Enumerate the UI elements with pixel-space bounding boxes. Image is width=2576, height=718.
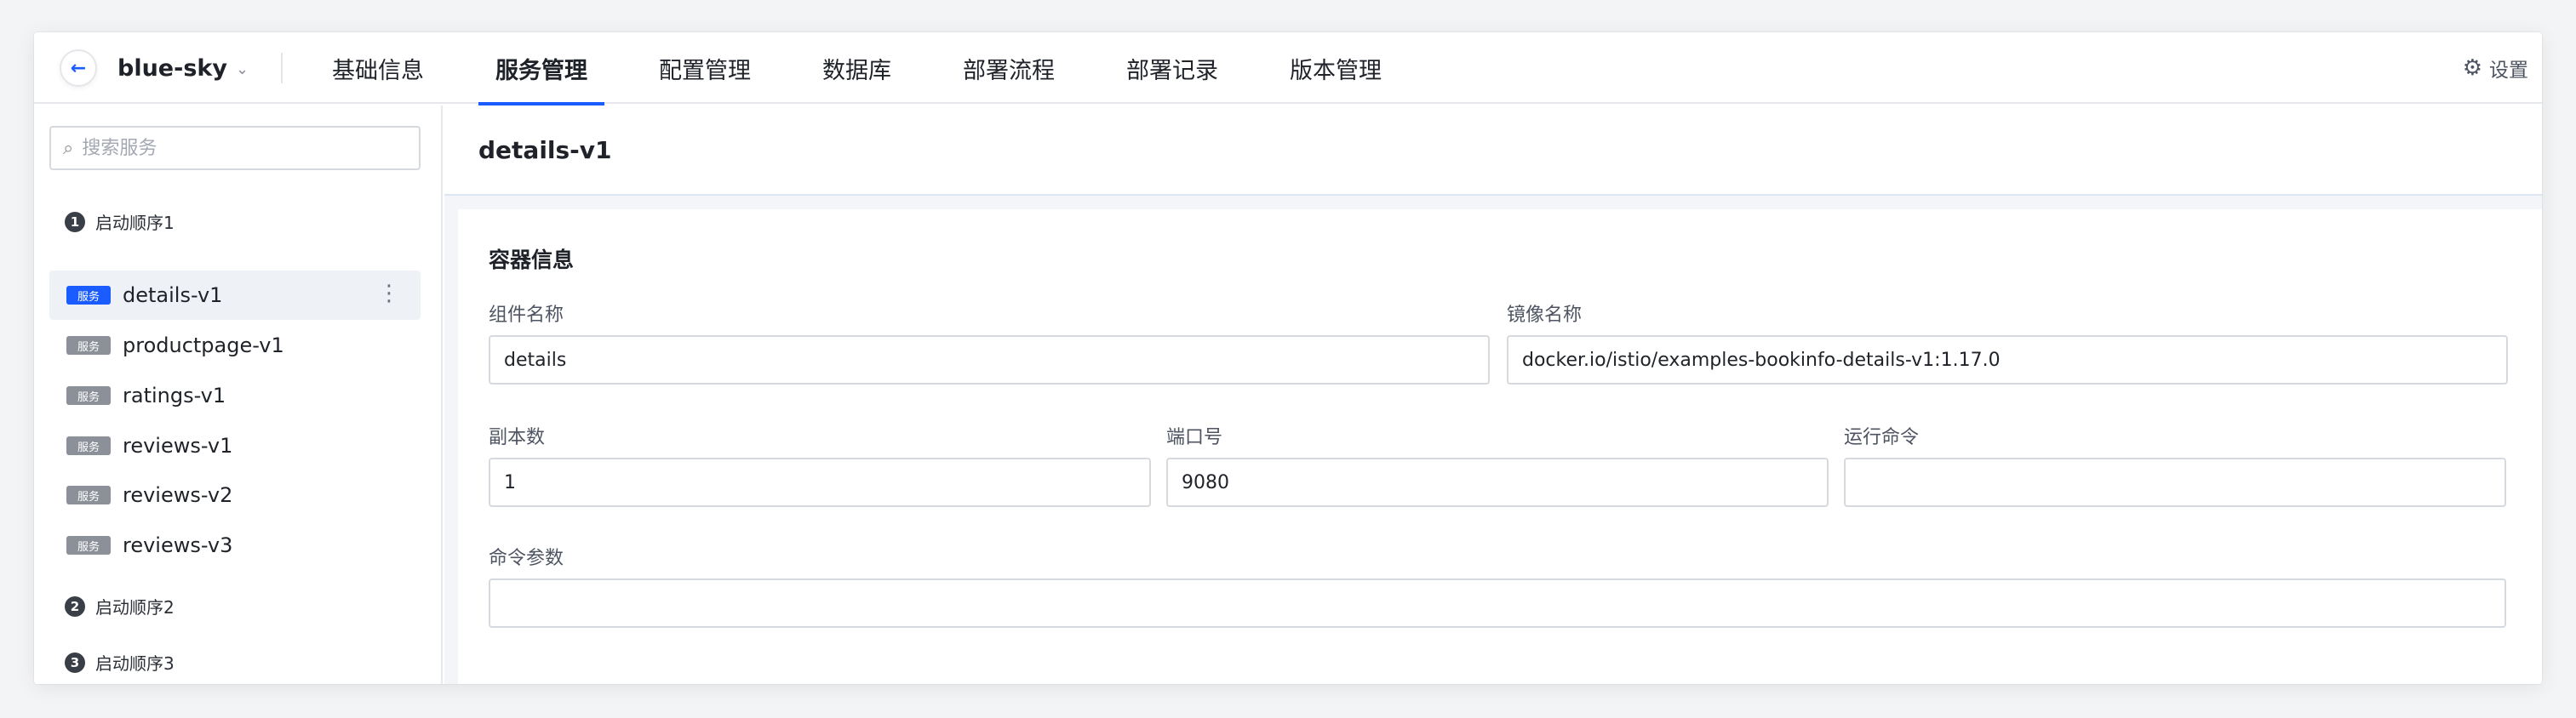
startup-group-3[interactable]: 3 启动顺序3 xyxy=(65,650,175,675)
service-badge: 服务 xyxy=(66,536,111,555)
group-number-badge: 2 xyxy=(65,595,85,617)
main-tabs: 基础信息 服务管理 配置管理 数据库 部署流程 部署记录 版本管理 xyxy=(315,32,1436,105)
top-nav: ← blue-sky ⌄ 基础信息 服务管理 配置管理 数据库 部署流程 部署记… xyxy=(34,32,2542,105)
group-number-badge: 1 xyxy=(65,211,85,232)
service-name: details-v1 xyxy=(123,283,223,307)
service-badge: 服务 xyxy=(66,286,111,305)
service-name: reviews-v1 xyxy=(123,434,233,458)
command-args-input[interactable] xyxy=(504,592,2504,614)
component-name-input[interactable] xyxy=(504,349,1488,371)
image-name-input[interactable] xyxy=(1522,349,2506,371)
tab-version-management[interactable]: 版本管理 xyxy=(1273,32,1399,104)
settings-button[interactable]: ⚙ 设置 xyxy=(2463,32,2528,104)
tab-config-management[interactable]: 配置管理 xyxy=(642,32,768,104)
replicas-field[interactable] xyxy=(489,458,1151,507)
container-info-card: 容器信息 组件名称 镜像名称 副本数 端口号 运行命令 命令参数 xyxy=(458,209,2542,684)
section-title: 容器信息 xyxy=(489,248,575,272)
service-item-reviews-v2[interactable]: 服务 reviews-v2 xyxy=(49,470,421,520)
replicas-input[interactable] xyxy=(504,471,1149,493)
service-item-reviews-v1[interactable]: 服务 reviews-v1 xyxy=(49,421,421,470)
service-badge: 服务 xyxy=(66,486,111,504)
tab-service-management[interactable]: 服务管理 xyxy=(478,32,604,105)
startup-group-1[interactable]: 1 启动顺序1 xyxy=(65,209,175,234)
arrow-left-icon: ← xyxy=(70,57,87,79)
service-item-productpage-v1[interactable]: 服务 productpage-v1 xyxy=(49,321,421,370)
run-command-label: 运行命令 xyxy=(1844,427,1920,448)
port-label: 端口号 xyxy=(1166,427,1223,448)
project-name: blue-sky xyxy=(117,54,227,82)
tab-deploy-pipeline[interactable]: 部署流程 xyxy=(946,32,1072,104)
group-number-badge: 3 xyxy=(65,652,85,673)
command-args-label: 命令参数 xyxy=(489,548,564,569)
group-label: 启动顺序2 xyxy=(95,597,175,618)
service-badge: 服务 xyxy=(66,436,111,455)
group-label: 启动顺序3 xyxy=(95,653,175,674)
main-content: details-v1 容器信息 组件名称 镜像名称 副本数 端口号 运行命令 xyxy=(444,105,2542,684)
service-name: reviews-v3 xyxy=(123,533,233,557)
service-item-ratings-v1[interactable]: 服务 ratings-v1 xyxy=(49,371,421,420)
nav-divider xyxy=(281,53,283,83)
tab-database[interactable]: 数据库 xyxy=(805,32,908,104)
run-command-input[interactable] xyxy=(1859,471,2504,493)
service-badge: 服务 xyxy=(66,386,111,405)
port-field[interactable] xyxy=(1166,458,1829,507)
settings-label: 设置 xyxy=(2489,60,2528,82)
service-name: productpage-v1 xyxy=(123,333,284,357)
service-badge: 服务 xyxy=(66,336,111,355)
back-button[interactable]: ← xyxy=(60,49,97,87)
port-input[interactable] xyxy=(1182,471,1827,493)
tab-basic-info[interactable]: 基础信息 xyxy=(315,32,441,104)
more-options-icon[interactable]: ⋮ xyxy=(378,282,400,305)
image-name-label: 镜像名称 xyxy=(1507,305,1583,326)
search-box[interactable]: ⌕ xyxy=(49,126,421,170)
run-command-field[interactable] xyxy=(1844,458,2506,507)
gear-icon: ⚙ xyxy=(2462,55,2482,81)
service-name: ratings-v1 xyxy=(123,384,226,407)
app-window: ← blue-sky ⌄ 基础信息 服务管理 配置管理 数据库 部署流程 部署记… xyxy=(34,32,2542,684)
replicas-label: 副本数 xyxy=(489,427,546,448)
service-item-details-v1[interactable]: 服务 details-v1 ⋮ xyxy=(49,271,421,320)
search-input[interactable] xyxy=(82,137,389,159)
chevron-down-icon: ⌄ xyxy=(235,60,249,78)
component-name-field[interactable] xyxy=(489,335,1490,385)
startup-group-2[interactable]: 2 启动顺序2 xyxy=(65,594,175,618)
command-args-field[interactable] xyxy=(489,578,2506,628)
service-sidebar: ⌕ 1 启动顺序1 服务 details-v1 ⋮ 服务 productpage… xyxy=(34,105,443,684)
project-selector[interactable]: blue-sky ⌄ xyxy=(117,32,249,104)
tab-deploy-records[interactable]: 部署记录 xyxy=(1109,32,1235,104)
component-name-label: 组件名称 xyxy=(489,305,564,326)
search-icon: ⌕ xyxy=(63,137,74,159)
page-title: details-v1 xyxy=(444,105,2542,196)
image-name-field[interactable] xyxy=(1507,335,2508,385)
group-label: 启动顺序1 xyxy=(95,213,175,233)
service-name: reviews-v2 xyxy=(123,483,233,507)
service-item-reviews-v3[interactable]: 服务 reviews-v3 xyxy=(49,521,421,570)
